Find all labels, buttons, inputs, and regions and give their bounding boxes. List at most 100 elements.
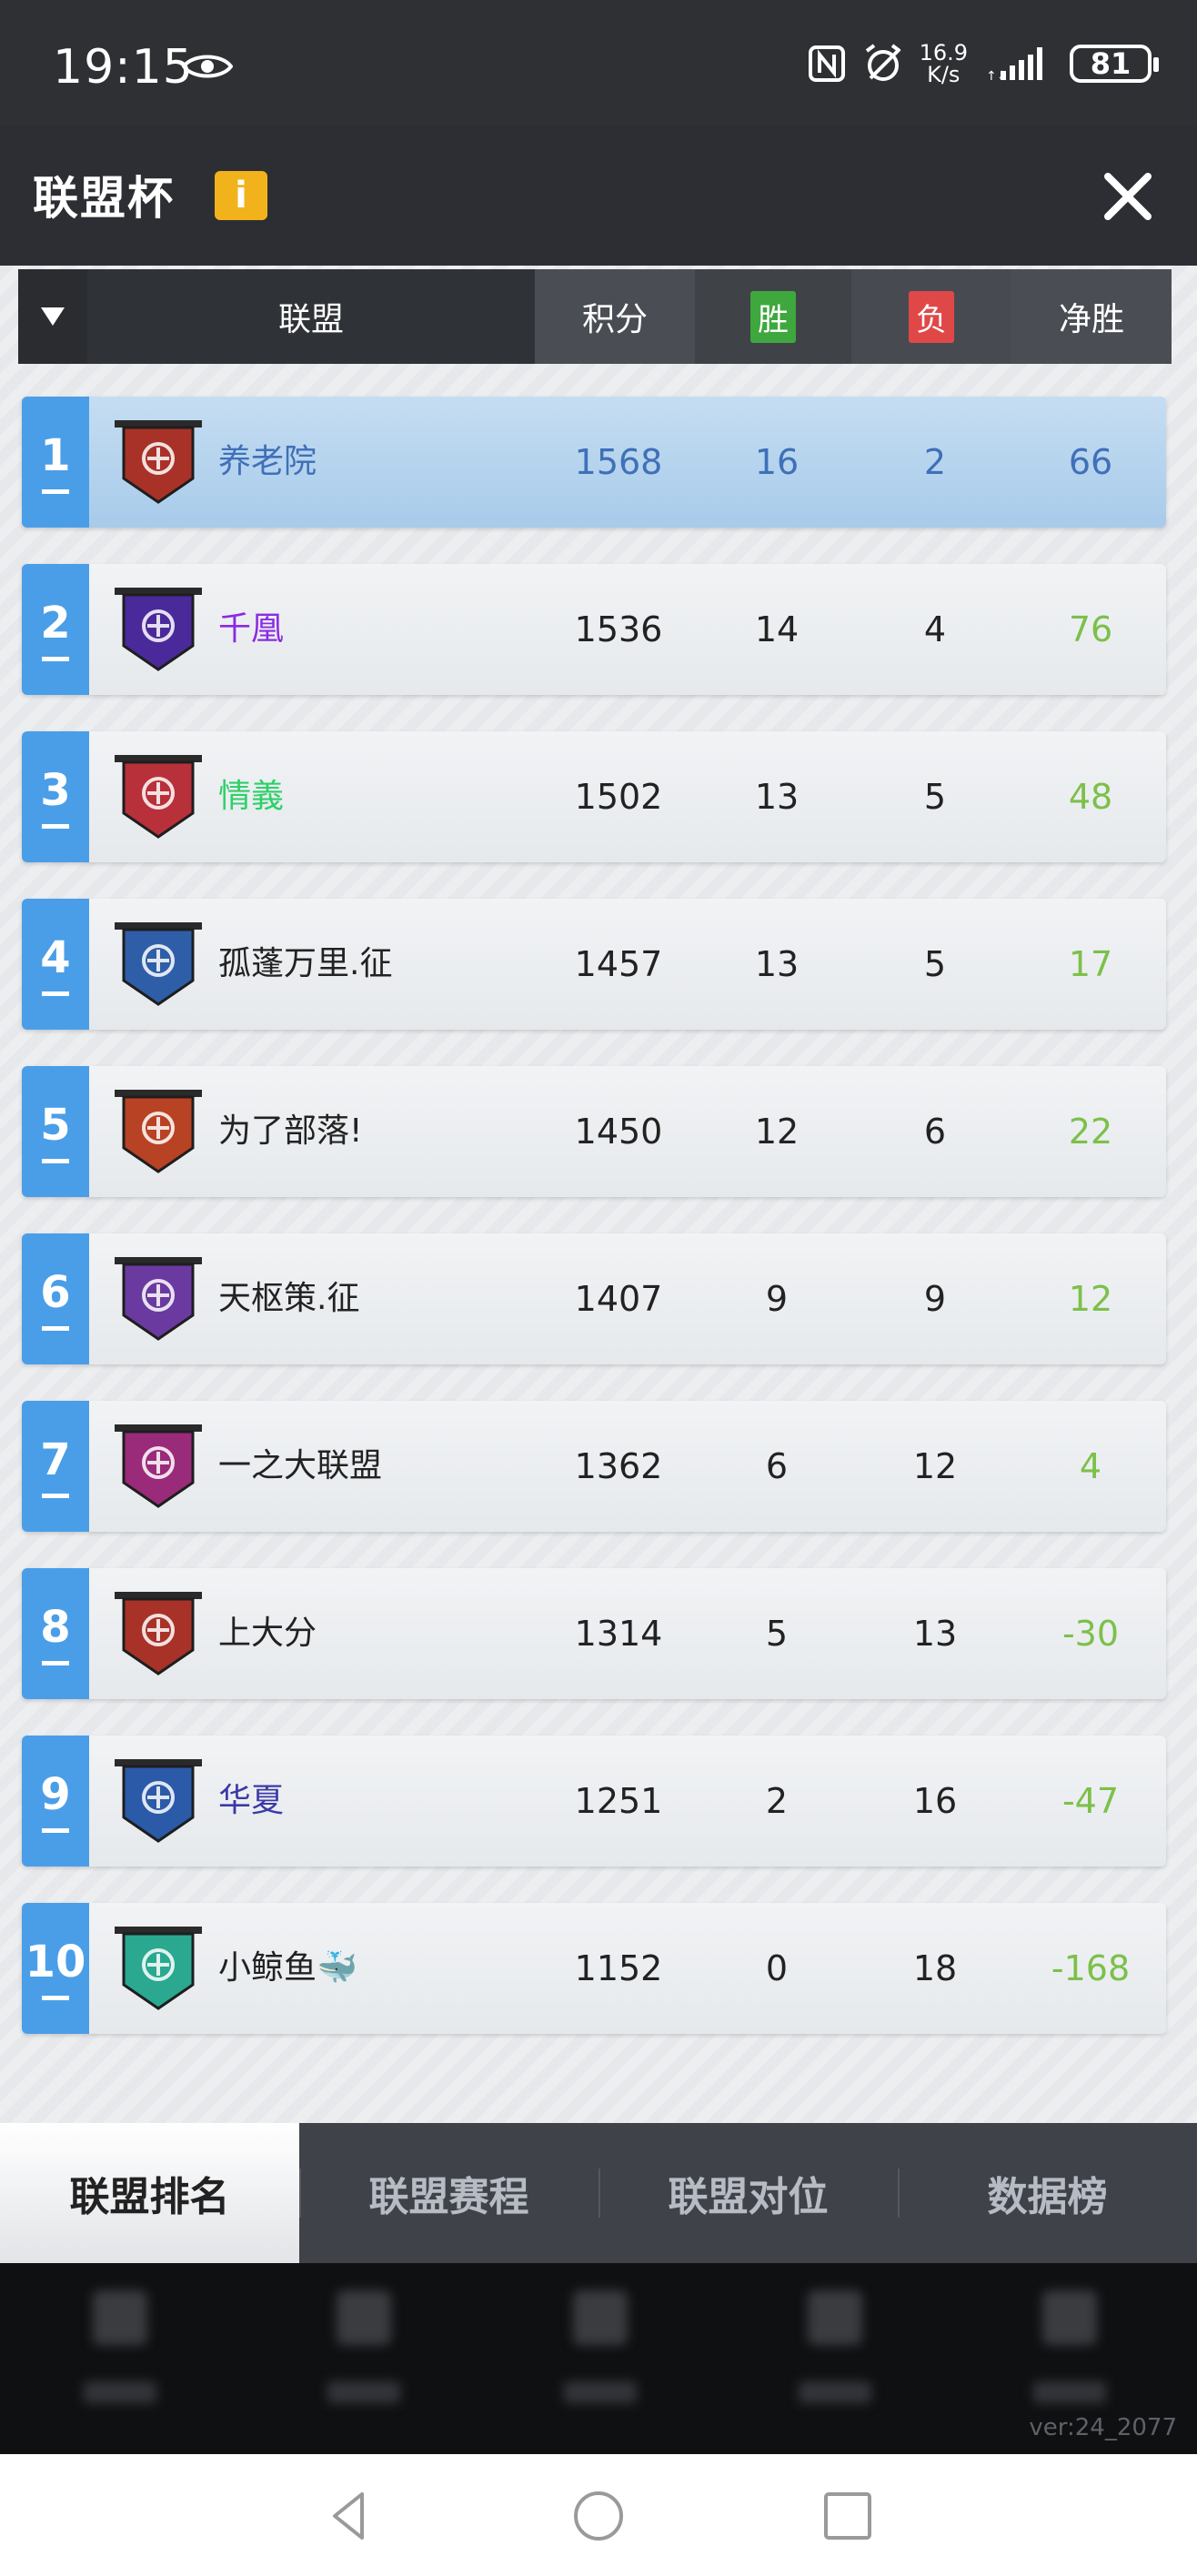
back-icon[interactable]: [322, 2489, 377, 2543]
status-bar: 19:15 16.9 K/s ↑↓ 81: [0, 0, 1197, 126]
rank-badge: 1: [22, 397, 89, 528]
column-alliance[interactable]: 联盟: [87, 269, 535, 364]
alliance-banner-icon: [115, 1257, 202, 1341]
triangle-down-icon: [41, 307, 65, 326]
alliance-name: 华夏: [218, 1782, 285, 1819]
alliance-banner-icon: [115, 922, 202, 1006]
loss-count: 13: [912, 1614, 958, 1654]
tab-alliance-schedule[interactable]: 联盟赛程: [299, 2123, 598, 2263]
loss-count: 9: [923, 1279, 947, 1319]
eye-icon: [182, 55, 233, 78]
win-count: 6: [765, 1446, 789, 1486]
alliance-name: 天枢策.征: [218, 1280, 360, 1317]
standings-row[interactable]: 10 小鲸鱼🐳 1152 0 18 -168: [22, 1903, 1166, 2034]
alliance-name: 养老院: [218, 443, 317, 480]
loss-count: 16: [912, 1781, 958, 1821]
net-wins: -168: [1051, 1948, 1131, 1988]
standings-row[interactable]: 4 孤蓬万里.征 1457 13 5 17: [22, 899, 1166, 1030]
loss-tag: 负: [909, 290, 954, 343]
rank-underline: [42, 991, 69, 996]
alliance-name: 小鲸鱼🐳: [218, 1949, 357, 1987]
alliance-name: 一之大联盟: [218, 1447, 383, 1484]
rank-underline: [42, 1995, 69, 2000]
standings-row[interactable]: 5 为了部落! 1450 12 6 22: [22, 1066, 1166, 1197]
standings-row[interactable]: 9 华夏 1251 2 16 -47: [22, 1736, 1166, 1867]
version-label: ver:24_2077: [1029, 2414, 1177, 2441]
standings-row[interactable]: 1 养老院 1568 16 2 66: [22, 397, 1166, 528]
rank-underline: [42, 1493, 69, 1498]
rank-number: 4: [40, 931, 71, 983]
column-score[interactable]: 积分: [535, 269, 695, 364]
score-value: 1450: [574, 1112, 663, 1152]
loss-count: 5: [923, 777, 947, 817]
win-count: 12: [754, 1112, 800, 1152]
score-value: 1362: [574, 1446, 663, 1486]
speed-value: 16.9: [919, 40, 968, 65]
rank-underline: [42, 1325, 69, 1331]
loss-count: 5: [923, 944, 947, 984]
recents-icon[interactable]: [820, 2489, 875, 2543]
loss-count: 4: [923, 609, 947, 649]
rank-badge: 4: [22, 899, 89, 1030]
blurred-item: [780, 2263, 890, 2454]
nfc-icon: [808, 45, 845, 82]
win-tag: 胜: [750, 290, 796, 343]
standings-row[interactable]: 7 一之大联盟 1362 6 12 4: [22, 1401, 1166, 1532]
close-icon[interactable]: [1101, 169, 1155, 224]
column-loss[interactable]: 负: [851, 269, 1011, 364]
collapse-toggle[interactable]: [18, 269, 87, 364]
rank-badge: 10: [22, 1903, 89, 2034]
score-value: 1407: [574, 1279, 663, 1319]
rank-badge: 5: [22, 1066, 89, 1197]
win-count: 0: [765, 1948, 789, 1988]
win-count: 9: [765, 1279, 789, 1319]
alliance-name: 孤蓬万里.征: [218, 945, 393, 982]
standings-row[interactable]: 6 天枢策.征 1407 9 9 12: [22, 1233, 1166, 1364]
rank-underline: [42, 823, 69, 829]
score-value: 1314: [574, 1614, 663, 1654]
info-button[interactable]: i: [215, 171, 267, 220]
rank-number: 10: [25, 1936, 86, 1987]
column-net[interactable]: 净胜: [1011, 269, 1172, 364]
rank-badge: 9: [22, 1736, 89, 1867]
standings-row[interactable]: 8 上大分 1314 5 13 -30: [22, 1568, 1166, 1699]
rank-badge: 3: [22, 731, 89, 862]
battery-icon: 81: [1070, 45, 1159, 83]
alliance-banner-icon: [115, 755, 202, 839]
tab-alliance-ranking[interactable]: 联盟排名: [0, 2123, 299, 2263]
tab-data-board[interactable]: 数据榜: [898, 2123, 1197, 2263]
rank-underline: [42, 656, 69, 661]
score-value: 1502: [574, 777, 663, 817]
net-wins: 4: [1079, 1446, 1102, 1486]
net-wins: -30: [1061, 1614, 1120, 1654]
rank-underline: [42, 1158, 69, 1163]
rank-number: 9: [40, 1768, 71, 1820]
net-wins: 76: [1068, 609, 1113, 649]
net-wins: 48: [1068, 777, 1113, 817]
alliance-banner-icon: [115, 420, 202, 504]
bottom-tabs: 联盟排名 联盟赛程 联盟对位 数据榜: [0, 2123, 1197, 2263]
column-win[interactable]: 胜: [695, 269, 851, 364]
alliance-banner-icon: [115, 1090, 202, 1173]
win-count: 13: [754, 777, 800, 817]
standings-row[interactable]: 2 千凰 1536 14 4 76: [22, 564, 1166, 695]
rank-number: 1: [40, 429, 71, 481]
score-value: 1457: [574, 944, 663, 984]
alarm-icon: [865, 44, 900, 81]
standings-row[interactable]: 3 情義 1502 13 5 48: [22, 731, 1166, 862]
rank-number: 5: [40, 1099, 71, 1151]
win-count: 2: [765, 1781, 789, 1821]
rank-underline: [42, 488, 69, 494]
alliance-banner-icon: [115, 1927, 202, 2010]
blurred-footer: ver:24_2077: [0, 2263, 1197, 2454]
alliance-banner-icon: [115, 588, 202, 671]
alliance-banner-icon: [115, 1759, 202, 1843]
net-wins: 17: [1068, 944, 1113, 984]
home-icon[interactable]: [571, 2489, 626, 2543]
blurred-item: [65, 2263, 175, 2454]
net-wins: -47: [1061, 1781, 1120, 1821]
rank-number: 7: [40, 1434, 71, 1485]
tab-alliance-matchups[interactable]: 联盟对位: [598, 2123, 898, 2263]
network-speed: 16.9 K/s: [920, 42, 968, 86]
loss-count: 18: [912, 1948, 958, 1988]
